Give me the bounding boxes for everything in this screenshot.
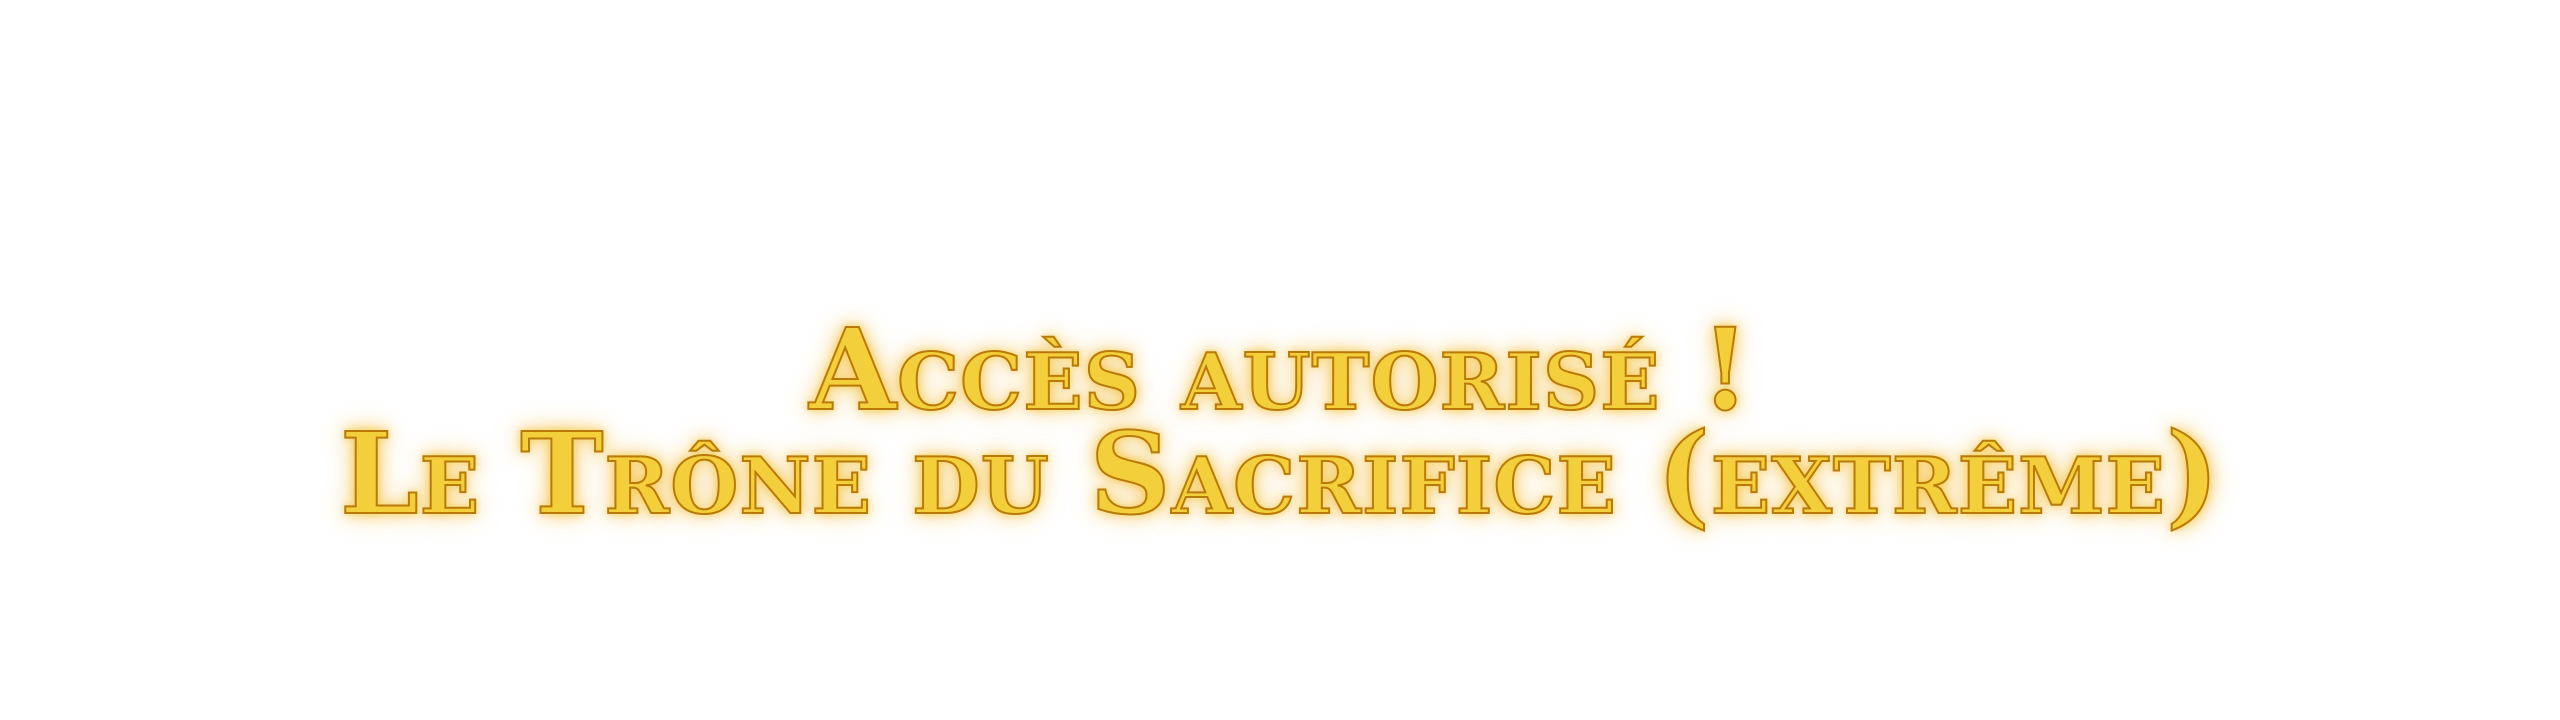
- duty-name-text: Le Trône du Sacrifice (extrême): [339, 409, 2220, 540]
- duty-unlocked-banner: Accès autorisé ! Le Trône du Sacrifice (…: [0, 314, 2560, 540]
- game-screen: Accès autorisé ! Le Trône du Sacrifice (…: [0, 0, 2560, 720]
